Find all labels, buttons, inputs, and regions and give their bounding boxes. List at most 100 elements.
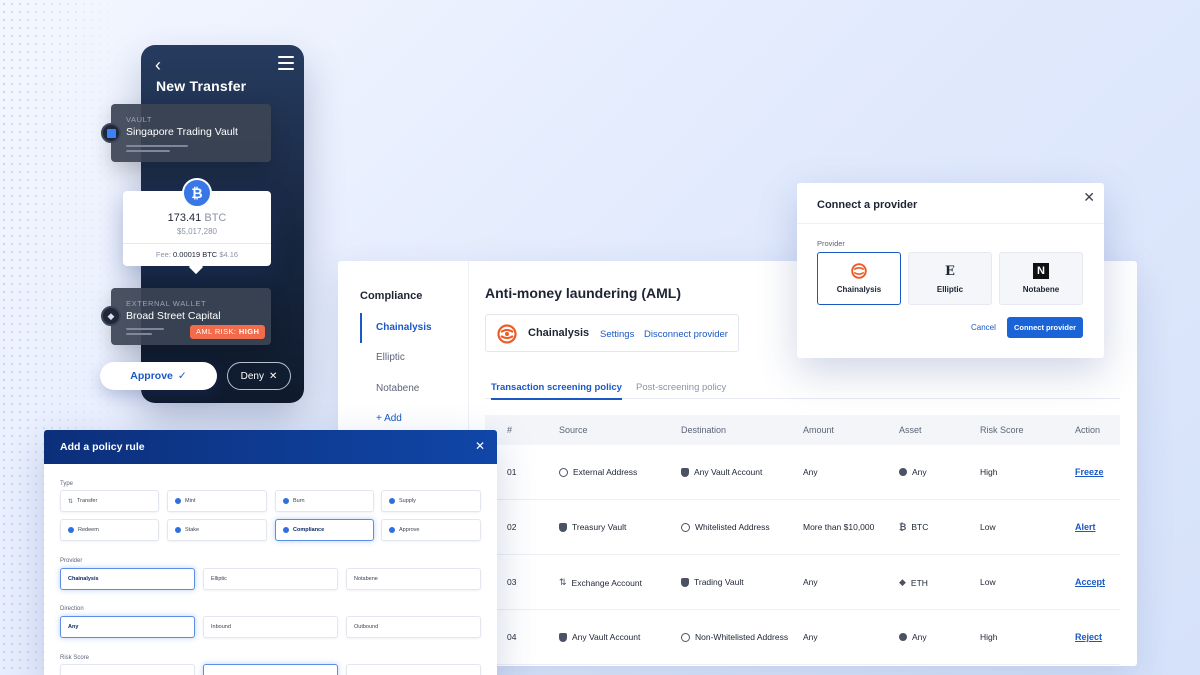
row-action-link[interactable]: Reject bbox=[1075, 632, 1102, 642]
connect-provider-button[interactable]: Connect provider bbox=[1007, 317, 1083, 338]
amount-unit: BTC bbox=[204, 212, 227, 224]
sidebar-item-chainalysis[interactable]: Chainalysis bbox=[360, 313, 469, 343]
row-destination: Any Vault Account bbox=[694, 467, 763, 477]
fee-row: Fee: 0.00019 BTC $4.16 bbox=[123, 250, 271, 259]
redeem-icon bbox=[68, 527, 74, 533]
hamburger-menu-icon[interactable] bbox=[278, 56, 294, 74]
direction-option-inbound[interactable]: Inbound bbox=[203, 616, 338, 638]
dot-icon bbox=[899, 633, 907, 641]
direction-option-outbound[interactable]: Outbound bbox=[346, 616, 481, 638]
risk-option[interactable] bbox=[60, 664, 195, 675]
risk-option[interactable] bbox=[203, 664, 338, 675]
type-option-redeem[interactable]: Redeem bbox=[60, 519, 159, 541]
shield-icon bbox=[559, 632, 567, 642]
row-destination: Whitelisted Address bbox=[695, 522, 770, 532]
sidebar-title: Compliance bbox=[360, 290, 423, 302]
provider-option-elliptic[interactable]: Elliptic bbox=[203, 568, 338, 590]
type-option-compliance[interactable]: Compliance bbox=[275, 519, 374, 541]
compliance-icon bbox=[283, 527, 289, 533]
deny-button[interactable]: Deny ✕ bbox=[227, 362, 291, 390]
check-icon: ✓ bbox=[177, 370, 187, 382]
provider-option-label: Notabene bbox=[1022, 285, 1060, 294]
table-header: # Source Destination Amount Asset Risk S… bbox=[485, 415, 1120, 445]
connect-provider-modal: Connect a provider ✕ Provider Chainalysi… bbox=[797, 183, 1104, 358]
wallet-kicker: EXTERNAL WALLET bbox=[126, 299, 207, 308]
amount-value: 173.41 bbox=[167, 212, 202, 224]
sidebar-item-elliptic[interactable]: Elliptic bbox=[360, 343, 469, 373]
row-action-link[interactable]: Freeze bbox=[1075, 467, 1104, 477]
row-action-link[interactable]: Alert bbox=[1075, 522, 1096, 532]
provider-option-label: Elliptic bbox=[936, 284, 964, 294]
row-source: Exchange Account bbox=[571, 577, 642, 588]
row-destination: Non-Whitelisted Address bbox=[695, 632, 789, 642]
table-row[interactable]: 01 External Address Any Vault Account An… bbox=[485, 445, 1120, 500]
placeholder-bar bbox=[126, 333, 152, 335]
direction-option-any[interactable]: Any bbox=[60, 616, 195, 638]
screen-title: New Transfer bbox=[156, 78, 247, 94]
tab-transaction-screening[interactable]: Transaction screening policy bbox=[491, 382, 622, 400]
transfer-icon: ⇅ bbox=[68, 498, 74, 505]
sidebar-item-notabene[interactable]: Notabene bbox=[360, 374, 469, 404]
column-header: Destination bbox=[681, 425, 727, 435]
row-risk: High bbox=[980, 632, 998, 642]
type-option-transfer[interactable]: ⇅ Transfer bbox=[60, 490, 159, 512]
page-title: Anti-money laundering (AML) bbox=[485, 285, 681, 301]
tab-post-screening[interactable]: Post-screening policy bbox=[636, 382, 726, 398]
close-icon[interactable]: ✕ bbox=[1083, 189, 1095, 206]
shield-icon bbox=[681, 577, 689, 587]
row-source: External Address bbox=[573, 467, 638, 477]
direction-label: Direction bbox=[60, 606, 84, 612]
burn-icon bbox=[283, 498, 289, 504]
row-action-link[interactable]: Accept bbox=[1075, 577, 1105, 587]
row-amount: Any bbox=[803, 577, 818, 587]
row-risk: High bbox=[980, 467, 998, 477]
globe-icon bbox=[681, 632, 690, 642]
chainalysis-logo-icon bbox=[851, 263, 867, 279]
column-header: Asset bbox=[899, 425, 922, 435]
modal-title: Connect a provider bbox=[817, 199, 918, 211]
swap-icon: ⇅ bbox=[559, 577, 567, 587]
notabene-logo-icon: N bbox=[1033, 263, 1049, 279]
shield-icon bbox=[559, 522, 567, 532]
provider-option-notabene[interactable]: N Notabene bbox=[999, 252, 1083, 305]
type-option-supply[interactable]: Supply bbox=[381, 490, 481, 512]
approve-icon bbox=[389, 527, 395, 533]
btc-icon: ₿ bbox=[899, 522, 907, 532]
aml-risk-badge: AML RISK: HIGH bbox=[190, 325, 266, 339]
column-header: Action bbox=[1075, 425, 1101, 435]
type-option-stake[interactable]: Stake bbox=[167, 519, 267, 541]
row-source: Any Vault Account bbox=[572, 632, 641, 642]
provider-option-elliptic[interactable]: E Elliptic bbox=[908, 252, 992, 305]
supply-icon bbox=[389, 498, 395, 504]
amount-usd: $5,017,280 bbox=[176, 227, 218, 236]
table-row[interactable]: 02 Treasury Vault Whitelisted Address Mo… bbox=[485, 500, 1120, 555]
type-option-burn[interactable]: Burn bbox=[275, 490, 374, 512]
elliptic-logo-icon: E bbox=[945, 263, 955, 279]
divider bbox=[123, 243, 271, 244]
row-asset: BTC bbox=[911, 522, 929, 532]
risk-level: HIGH bbox=[238, 327, 260, 336]
provider-option-chainalysis[interactable]: Chainalysis bbox=[817, 252, 901, 305]
settings-link[interactable]: Settings bbox=[600, 329, 634, 340]
provider-option-chainalysis[interactable]: Chainalysis bbox=[60, 568, 195, 590]
row-amount: Any bbox=[803, 632, 818, 642]
column-header: Risk Score bbox=[980, 425, 1024, 435]
cancel-button[interactable]: Cancel bbox=[971, 323, 996, 332]
risk-label: AML RISK: bbox=[196, 327, 237, 336]
back-arrow-icon[interactable]: ‹ bbox=[155, 55, 161, 76]
type-option-approve[interactable]: Approve bbox=[381, 519, 481, 541]
approve-button[interactable]: Approve ✓ bbox=[100, 362, 217, 390]
provider-label: Provider bbox=[60, 558, 83, 564]
close-icon[interactable]: ✕ bbox=[475, 439, 485, 453]
source-vault-card[interactable]: VAULT Singapore Trading Vault bbox=[111, 104, 271, 162]
table-row[interactable]: 03 ⇅ Exchange Account Trading Vault Any ◆… bbox=[485, 555, 1120, 610]
type-option-mint[interactable]: Mint bbox=[167, 490, 267, 512]
disconnect-provider-link[interactable]: Disconnect provider bbox=[644, 329, 728, 340]
vault-kicker: VAULT bbox=[126, 115, 153, 124]
table-row[interactable]: 04 Any Vault Account Non-Whitelisted Add… bbox=[485, 610, 1120, 665]
divider bbox=[797, 223, 1104, 224]
fee-usd: $4.16 bbox=[219, 250, 239, 259]
provider-option-notabene[interactable]: Notabene bbox=[346, 568, 481, 590]
risk-option[interactable] bbox=[346, 664, 481, 675]
provider-label: Provider bbox=[817, 239, 845, 248]
